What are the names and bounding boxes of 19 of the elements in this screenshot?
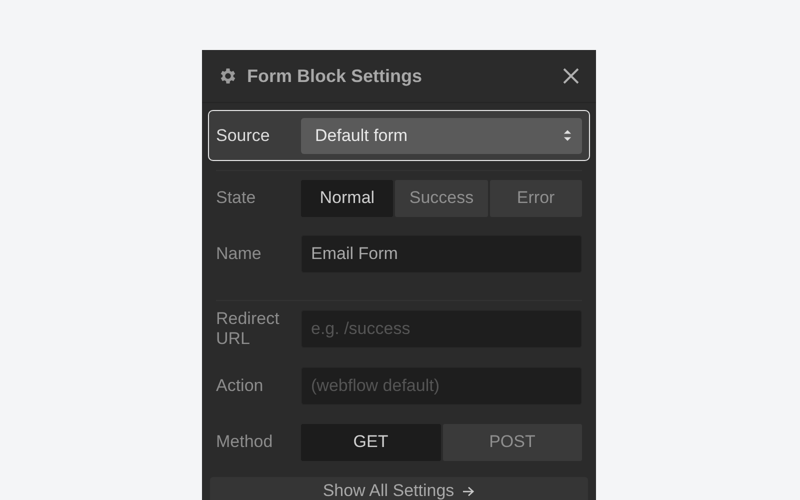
state-tab[interactable]: Error	[490, 180, 582, 216]
state-tab[interactable]: Success	[395, 180, 488, 216]
source-select[interactable]: Default form	[301, 118, 582, 154]
show-all-settings-button[interactable]: Show All Settings	[210, 477, 588, 500]
field-label: Action	[216, 376, 264, 396]
field-label: Redirect URL	[216, 309, 280, 349]
method-tab[interactable]: POST	[442, 424, 582, 460]
arrow-right-icon	[462, 486, 476, 496]
method-tab[interactable]: GET	[301, 424, 440, 460]
settings-icon	[218, 66, 238, 86]
text-field[interactable]: Email Form	[301, 235, 582, 273]
sort-icon	[563, 129, 572, 142]
close-icon[interactable]	[562, 67, 580, 85]
state-tab[interactable]: Normal	[301, 180, 394, 216]
field-label: Name	[216, 244, 262, 264]
field-label: Method	[216, 432, 274, 452]
field-label: Source	[216, 126, 271, 146]
field-label: State	[216, 188, 257, 208]
panel-title: Form Block Settings	[247, 66, 424, 86]
